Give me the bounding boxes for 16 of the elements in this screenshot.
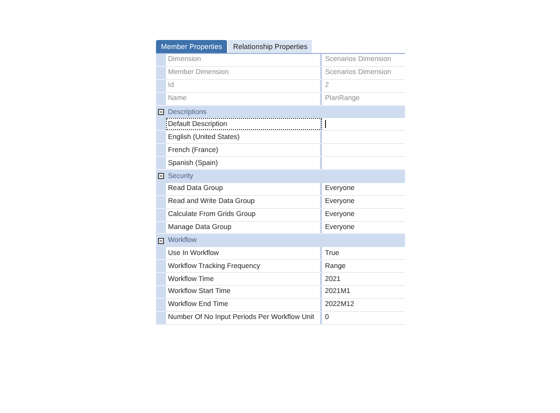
row-gutter xyxy=(156,80,166,92)
row-gutter xyxy=(156,196,166,208)
row-gutter xyxy=(156,286,166,298)
row-gutter xyxy=(156,131,166,144)
row-gutter xyxy=(156,208,166,221)
row-gutter xyxy=(156,312,166,324)
row-gutter xyxy=(156,298,166,311)
row-gutter xyxy=(156,273,166,286)
row-gutter xyxy=(156,144,166,156)
row-gutter xyxy=(156,260,166,272)
collapse-icon[interactable] xyxy=(158,238,164,244)
collapse-icon[interactable] xyxy=(158,109,164,115)
row-gutter xyxy=(156,66,166,79)
row-gutter xyxy=(156,54,166,66)
collapse-icon[interactable] xyxy=(158,173,164,180)
text-cursor[interactable] xyxy=(325,120,326,128)
